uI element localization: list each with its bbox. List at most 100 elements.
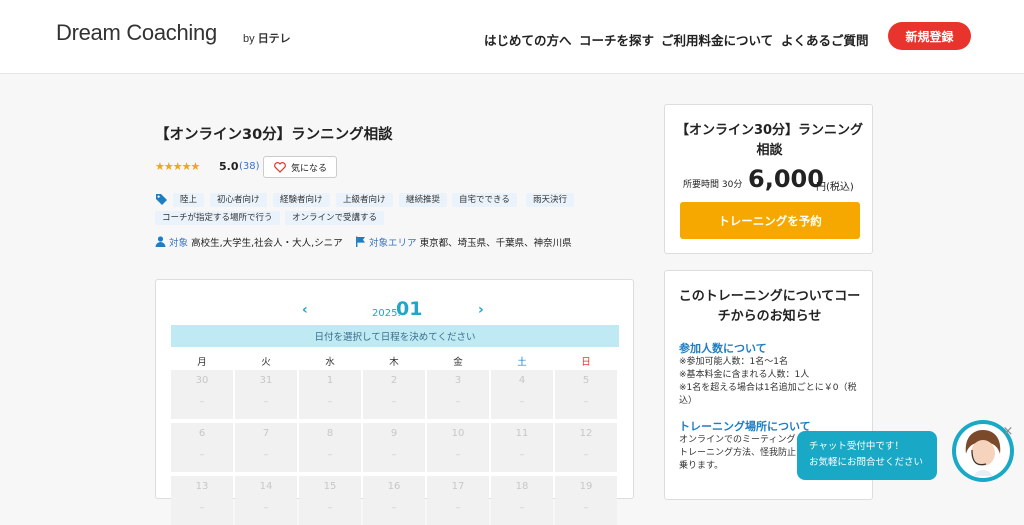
weekday-header: 月 bbox=[197, 357, 207, 368]
signup-button[interactable]: 新規登録 bbox=[888, 22, 971, 50]
nav-beginners[interactable]: はじめての方へ bbox=[484, 30, 572, 49]
calendar-day-cell[interactable]: 6– bbox=[171, 423, 233, 472]
star-rating: ★★★★★ bbox=[155, 160, 200, 173]
nav-pricing[interactable]: ご利用料金について bbox=[661, 30, 773, 49]
calendar-month: 01 bbox=[396, 298, 423, 320]
notice-line: ※参加可能人数：1名〜1名 bbox=[679, 357, 788, 367]
availability-mark: – bbox=[583, 450, 589, 460]
duration-text: 所要時間 30分 bbox=[683, 180, 743, 190]
day-number: 10 bbox=[451, 428, 465, 439]
tag-item[interactable]: 自宅でできる bbox=[452, 193, 517, 207]
calendar-day-cell[interactable]: 10 – bbox=[427, 423, 489, 472]
notice-title: このトレーニングについてコーチからのお知らせ bbox=[678, 289, 861, 324]
day-number: 12 bbox=[579, 428, 593, 439]
calendar-day-cell[interactable]: 17 – bbox=[427, 476, 489, 525]
availability-mark: – bbox=[263, 503, 269, 513]
availability-mark: – bbox=[455, 450, 461, 460]
rating-value: 5.0 bbox=[219, 160, 239, 173]
day-number: 7 bbox=[262, 428, 270, 439]
site-logo[interactable]: Dream Coaching bbox=[56, 20, 217, 46]
price-box: 【オンライン30分】ランニング相談 所要時間 30分 6,000 円(税込) ト… bbox=[664, 104, 873, 254]
day-number: 3 bbox=[454, 375, 462, 386]
day-number: 2 bbox=[390, 375, 398, 386]
chat-line-2: お気軽にお問合せください bbox=[809, 457, 924, 468]
tag-item[interactable]: 初心者向け bbox=[210, 193, 267, 207]
availability-mark: – bbox=[327, 397, 333, 407]
calendar-day-cell[interactable]: 14 – bbox=[235, 476, 297, 525]
day-number: 18 bbox=[515, 481, 529, 492]
logo-by-text: by bbox=[243, 33, 255, 45]
area-value: 東京都、埼玉県、千葉県、神奈川県 bbox=[419, 238, 572, 249]
day-number: 13 bbox=[195, 481, 209, 492]
calendar-day-cell[interactable]: 4– bbox=[491, 370, 553, 419]
day-number: 15 bbox=[323, 481, 337, 492]
calendar-day-cell[interactable]: 11 – bbox=[491, 423, 553, 472]
price-box-title: 【オンライン30分】ランニング相談 bbox=[675, 123, 864, 158]
tag-item[interactable]: オンラインで受講する bbox=[285, 211, 385, 225]
calendar-hint: 日付を選択して日程を決めてください bbox=[171, 325, 619, 347]
day-number: 8 bbox=[326, 428, 334, 439]
person-icon bbox=[155, 236, 166, 247]
day-number: 1 bbox=[326, 375, 334, 386]
availability-mark: – bbox=[327, 450, 333, 460]
weekday-header: 水 bbox=[325, 357, 335, 368]
nav-faq[interactable]: よくあるご質問 bbox=[781, 30, 869, 49]
calendar-day-cell[interactable]: 31 – bbox=[235, 370, 297, 419]
calendar-day-cell[interactable]: 30 – bbox=[171, 370, 233, 419]
price-value: 6,000 bbox=[748, 165, 824, 193]
day-number: 9 bbox=[390, 428, 398, 439]
chat-bubble[interactable]: チャット受付中です！ お気軽にお問合せください bbox=[797, 431, 937, 480]
tag-item[interactable]: 雨天決行 bbox=[526, 193, 575, 207]
tag-item[interactable]: 経験者向け bbox=[273, 193, 330, 207]
chat-close-button[interactable]: × bbox=[1000, 424, 1016, 440]
tag-item[interactable]: 上級者向け bbox=[336, 193, 393, 207]
calendar: ‹ 2025. 01 › 日付を選択して日程を決めてください 月火水木金土日 30… bbox=[155, 279, 634, 525]
weekday-header: 日 bbox=[581, 357, 591, 368]
nav-find-coach[interactable]: コーチを探す bbox=[579, 30, 654, 49]
calendar-day-cell[interactable]: 7– bbox=[235, 423, 297, 472]
flag-icon bbox=[356, 236, 365, 247]
availability-mark: – bbox=[199, 450, 205, 460]
logo-partner: by 日テレ bbox=[243, 30, 291, 46]
tag-item[interactable]: 継続推奨 bbox=[399, 193, 448, 207]
calendar-day-cell[interactable]: 18 – bbox=[491, 476, 553, 525]
prev-month-button[interactable]: ‹ bbox=[302, 302, 308, 318]
heart-icon bbox=[274, 161, 286, 173]
tag-item[interactable]: コーチが指定する場所で行う bbox=[155, 211, 280, 225]
calendar-day-cell[interactable]: 3– bbox=[427, 370, 489, 419]
training-title: 【オンライン30分】ランニング相談 bbox=[155, 127, 393, 143]
day-number: 16 bbox=[387, 481, 401, 492]
calendar-day-cell[interactable]: 5– bbox=[555, 370, 617, 419]
day-number: 6 bbox=[198, 428, 206, 439]
calendar-day-cell[interactable]: 15 – bbox=[299, 476, 361, 525]
calendar-day-cell[interactable]: 13 – bbox=[171, 476, 233, 525]
availability-mark: – bbox=[327, 503, 333, 513]
tag-item[interactable]: 陸上 bbox=[173, 193, 205, 207]
availability-mark: – bbox=[199, 397, 205, 407]
day-number: 14 bbox=[259, 481, 273, 492]
review-count-link[interactable]: (38) bbox=[239, 161, 260, 172]
target-label: 対象 bbox=[169, 238, 189, 249]
calendar-day-cell[interactable]: 1– bbox=[299, 370, 361, 419]
calendar-day-cell[interactable]: 9– bbox=[363, 423, 425, 472]
availability-mark: – bbox=[391, 450, 397, 460]
availability-mark: – bbox=[391, 503, 397, 513]
availability-mark: – bbox=[455, 503, 461, 513]
calendar-day-cell[interactable]: 16 – bbox=[363, 476, 425, 525]
calendar-day-cell[interactable]: 12 – bbox=[555, 423, 617, 472]
next-month-button[interactable]: › bbox=[478, 302, 484, 318]
availability-mark: – bbox=[519, 450, 525, 460]
day-number: 31 bbox=[259, 375, 273, 386]
calendar-day-cell[interactable]: 8– bbox=[299, 423, 361, 472]
favorite-button[interactable]: 気になる bbox=[263, 156, 337, 178]
price-tax-label: 円(税込) bbox=[816, 182, 854, 193]
reserve-button[interactable]: トレーニングを予約 bbox=[680, 202, 860, 239]
tag-icon bbox=[156, 194, 167, 205]
day-number: 30 bbox=[195, 375, 209, 386]
calendar-day-cell[interactable]: 2– bbox=[363, 370, 425, 419]
target-value: 高校生,大学生,社会人・大人,シニア bbox=[191, 238, 343, 249]
availability-mark: – bbox=[519, 397, 525, 407]
calendar-day-cell[interactable]: 19 – bbox=[555, 476, 617, 525]
availability-mark: – bbox=[263, 397, 269, 407]
availability-mark: – bbox=[391, 397, 397, 407]
